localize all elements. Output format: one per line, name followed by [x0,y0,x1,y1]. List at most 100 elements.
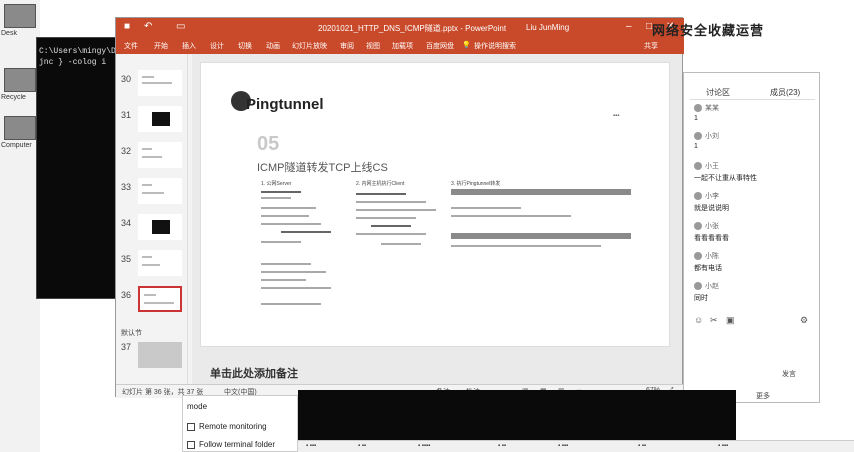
slide-thumbnail[interactable] [138,250,182,276]
recycle-bin-icon[interactable] [4,68,36,92]
taskbar-item[interactable]: ▪ ▪▪▪ [306,443,316,449]
slide-subtitle[interactable]: ICMP隧道转发TCP上线CS [257,159,388,175]
message-text: 同时 [694,295,708,302]
notes-placeholder[interactable]: 单击此处添加备注 [210,365,298,381]
share-button[interactable]: 共享 [644,41,658,51]
message-text: 1 [694,143,698,150]
tab-review[interactable]: 审阅 [340,41,354,51]
tab-transitions[interactable]: 切换 [238,41,252,51]
avatar [694,132,702,141]
tab-view[interactable]: 视图 [366,41,380,51]
tell-me-search[interactable]: 操作说明搜索 [474,41,516,51]
taskbar-item[interactable]: ▪ ▪▪ [638,443,646,449]
follow-folder-option[interactable]: Follow terminal folder [187,440,275,449]
section-number[interactable]: 05 [257,133,279,156]
section-label[interactable]: 默认节 [121,328,142,338]
powerpoint-window[interactable]: ■ ↶ ▭ 20201021_HTTP_DNS_ICMP隧道.pptx - Po… [115,17,684,398]
thumb-number: 36 [121,290,132,300]
ribbon-tabs: 文件 开始 插入 设计 切换 动画 幻灯片放映 审阅 视图 加载项 百度网盘 💡… [116,38,684,54]
thumb-number: 35 [121,254,132,264]
tab-design[interactable]: 设计 [210,41,224,51]
thumb-number: 37 [121,342,132,352]
slide-editor[interactable]: Pingtunnel ▪▪▪ 05 ICMP隧道转发TCP上线CS 1. 公网S… [192,54,682,384]
message-text: 一起不让重从事特性 [694,175,757,182]
avatar [694,222,702,231]
taskbar-item[interactable]: ▪ ▪▪▪ [558,443,568,449]
slide-thumbnail-selected[interactable] [138,286,182,312]
undo-icon[interactable]: ↶ [144,21,152,32]
lightbulb-icon[interactable]: 💡 [462,41,471,49]
slide-thumbnail[interactable] [138,106,182,132]
thumb-number: 34 [121,218,132,228]
computer-icon[interactable] [4,116,36,140]
message-author: 小王 [694,161,719,171]
image-icon[interactable]: ▣ [726,315,735,326]
tab-slideshow[interactable]: 幻灯片放映 [292,41,327,51]
remote-monitoring-option[interactable]: Remote monitoring [187,422,267,431]
minimize-icon[interactable]: – [626,21,632,32]
terminal-line: jnc } -colog i [39,58,107,67]
message-author: 某某 [694,103,719,113]
emoji-icon[interactable]: ☺ [694,315,703,325]
thumb-number: 32 [121,146,132,156]
avatar [694,282,702,291]
avatar [694,162,702,171]
avatar [694,192,702,201]
current-slide[interactable]: Pingtunnel ▪▪▪ 05 ICMP隧道转发TCP上线CS 1. 公网S… [200,62,670,347]
send-button[interactable]: 发言 [782,369,796,379]
taskbar-item[interactable]: ▪ ▪▪ [358,443,366,449]
slide-thumbnail[interactable] [138,70,182,96]
message-author: 小赵 [694,281,719,291]
settings-icon[interactable]: ⚙ [800,315,808,326]
tab-insert[interactable]: 插入 [182,41,196,51]
tab-addins[interactable]: 加载项 [392,41,413,51]
save-icon[interactable]: ■ [124,21,130,32]
message-author: 小刘 [694,131,719,141]
taskbar-item[interactable]: ▪ ▪▪ [498,443,506,449]
notes-pane[interactable]: 单击此处添加备注 [192,348,682,381]
divider [690,99,815,100]
desktop-icon-label: Computer [1,142,32,149]
title-bar: ■ ↶ ▭ 20201021_HTTP_DNS_ICMP隧道.pptx - Po… [116,18,684,38]
taskbar-item[interactable]: ▪ ▪▪▪ [718,443,728,449]
watermark-text: 网络安全收藏运营 [652,23,765,38]
tab-discussion[interactable]: 讨论区 [706,87,730,98]
tab-animations[interactable]: 动画 [266,41,280,51]
taskbar-item[interactable]: ▪ ▪▪▪▪ [418,443,430,449]
step-label: 2. 内网主机执行Client [356,181,405,187]
tab-file[interactable]: 文件 [124,41,138,51]
tab-members[interactable]: 成员(23) [770,87,800,98]
step-label: 3. 执行Pingtunnel转发 [451,181,501,187]
user-name[interactable]: Liu JunMing [526,23,569,32]
slide-thumbnail[interactable] [138,214,182,240]
settings-panel[interactable]: mode Remote monitoring Follow terminal f… [182,395,298,452]
slide-title[interactable]: Pingtunnel [246,96,324,113]
chat-panel[interactable]: 讨论区 成员(23) 某某 1 小刘 1 小王 一起不让重从事特性 小李 就是说… [683,72,820,403]
slide-thumbnail[interactable] [138,342,182,368]
file-icon[interactable] [4,4,36,28]
terminal-window[interactable]: C:\Users\mingy\Des jnc } -colog i [36,37,118,299]
desktop-icon-label: Desk [1,30,17,37]
message-author: 小李 [694,191,719,201]
thumb-number: 30 [121,74,132,84]
message-text: 1 [694,115,698,122]
tab-home[interactable]: 开始 [154,41,168,51]
present-icon[interactable]: ▭ [176,21,185,32]
window-title: 20201021_HTTP_DNS_ICMP隧道.pptx - PowerPoi… [318,24,507,33]
avatar [694,104,702,113]
taskbar[interactable]: ▪ ▪▪▪ ▪ ▪▪ ▪ ▪▪▪▪ ▪ ▪▪ ▪ ▪▪▪ ▪ ▪▪ ▪ ▪▪▪ [298,440,854,452]
slide-thumbnail[interactable] [138,178,182,204]
more-button[interactable]: 更多 [756,391,770,401]
desktop-icon-label: Recycle [1,94,26,101]
avatar [694,252,702,261]
slide-thumbnail[interactable] [138,142,182,168]
message-author: 小张 [694,221,719,231]
slide-badge: ▪▪▪ [613,113,620,119]
slide-thumbnail-pane[interactable]: 30 31 32 33 34 35 36 默认节 37 [116,54,188,384]
scissors-icon[interactable]: ✂ [710,315,718,326]
terminal-line: C:\Users\mingy\Des [39,47,117,56]
tab-baidu[interactable]: 百度网盘 [426,41,454,51]
desktop: Desk Recycle Computer [0,0,40,452]
message-author: 小陈 [694,251,719,261]
message-text: 看看看看看 [694,235,729,242]
